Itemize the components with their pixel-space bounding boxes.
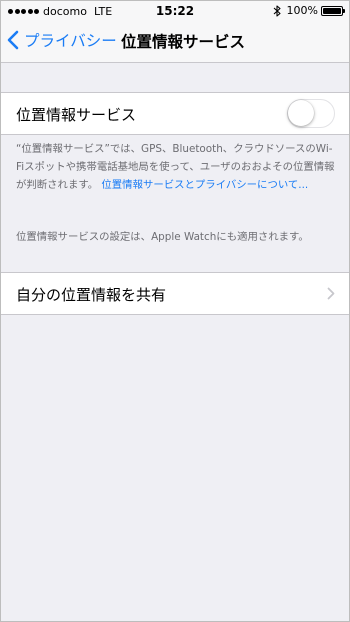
back-button[interactable]: プライバシー [7, 29, 117, 51]
status-bar: docomo LTE 15:22 100% [1, 1, 349, 21]
page-title: 位置情報サービス [121, 33, 246, 51]
battery-icon [321, 5, 345, 16]
location-services-toggle[interactable] [287, 99, 335, 128]
chevron-left-icon [7, 30, 19, 50]
location-services-label: 位置情報サービス [16, 106, 137, 124]
toggle-knob [288, 100, 314, 126]
chevron-right-icon [327, 287, 335, 300]
share-location-label: 自分の位置情報を共有 [16, 286, 167, 304]
status-right: 100% [273, 4, 345, 17]
navigation-bar: プライバシー 位置情報サービス [1, 21, 349, 63]
apple-watch-note: 位置情報サービスの設定は、Apple Watchにも適用されます。 [16, 231, 309, 243]
privacy-link[interactable]: 位置情報サービスとプライバシーについて... [101, 179, 308, 191]
back-button-label: プライバシー [24, 32, 117, 50]
location-services-row: 位置情報サービス [1, 92, 349, 135]
phone-screen: docomo LTE 15:22 100% プライバシー 位置情報サービス 位置… [0, 0, 350, 622]
location-services-description: “位置情報サービス”では、GPS、Bluetooth、クラウドソースのWi-Fi… [16, 140, 338, 194]
bluetooth-icon [273, 4, 281, 17]
share-location-row[interactable]: 自分の位置情報を共有 [1, 272, 349, 315]
battery-percentage: 100% [286, 4, 318, 17]
